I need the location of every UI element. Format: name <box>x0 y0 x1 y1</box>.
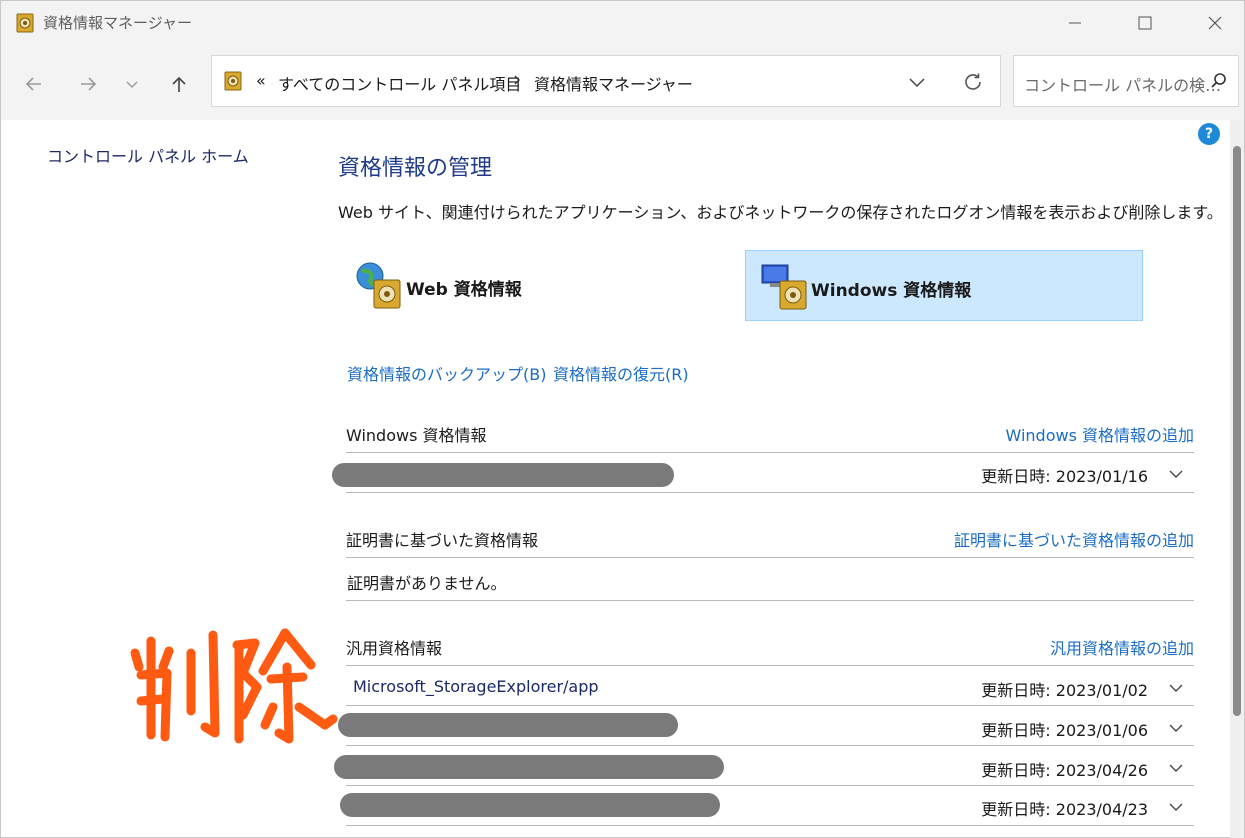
credential-manager-icon <box>16 13 34 33</box>
back-button[interactable] <box>19 69 49 99</box>
chevron-down-icon <box>126 81 138 88</box>
divider <box>346 557 1194 558</box>
arrow-up-icon <box>172 76 186 92</box>
restore-credentials-link[interactable]: 資格情報の復元(R) <box>553 361 689 385</box>
address-dropdown-icon[interactable] <box>908 74 926 90</box>
windows-credentials-icon <box>761 264 807 310</box>
address-bar[interactable]: « すべてのコントロール パネル項目 資格情報マネージャー <box>211 55 1001 107</box>
breadcrumb-separator-icon[interactable] <box>510 73 524 87</box>
chevron-down-icon[interactable] <box>1168 722 1184 734</box>
add-generic-credential-link[interactable]: 汎用資格情報の追加 <box>1050 635 1194 659</box>
maximize-button[interactable] <box>1122 1 1168 45</box>
generic-credential-row[interactable]: 更新日時: 2023/01/06 <box>338 706 1194 745</box>
row-date-label: 更新日時: <box>981 467 1051 486</box>
windows-credentials-tile[interactable]: Windows 資格情報 <box>745 250 1143 321</box>
maximize-icon <box>1138 16 1152 30</box>
page-description: Web サイト、関連付けられたアプリケーション、およびネットワークの保存されたロ… <box>338 203 1223 222</box>
close-icon <box>1208 16 1222 30</box>
scrollbar-thumb[interactable] <box>1233 146 1241 716</box>
row-date: 2023/01/06 <box>1055 721 1148 740</box>
recent-locations-button[interactable] <box>117 69 147 99</box>
handwritten-annotation <box>130 628 338 744</box>
generic-credential-row[interactable]: Microsoft_StorageExplorer/app 更新日時: 2023… <box>346 666 1194 705</box>
breadcrumb-current[interactable]: 資格情報マネージャー <box>534 71 693 95</box>
row-date: 2023/04/26 <box>1055 761 1148 780</box>
add-certificate-credential-link[interactable]: 証明書に基づいた資格情報の追加 <box>954 527 1194 551</box>
redaction-mark <box>340 793 720 817</box>
row-date-label: 更新日時: <box>981 800 1051 819</box>
breadcrumb-all-items[interactable]: すべてのコントロール パネル項目 <box>278 71 521 95</box>
row-modified: 更新日時: 2023/04/26 <box>981 757 1148 781</box>
redaction-mark <box>332 463 674 487</box>
row-date-label: 更新日時: <box>981 681 1051 700</box>
window-title: 資格情報マネージャー <box>43 14 192 32</box>
no-certificates-text: 証明書がありません。 <box>347 574 507 593</box>
row-modified: 更新日時: 2023/01/16 <box>981 463 1148 487</box>
help-icon[interactable]: ? <box>1198 123 1220 145</box>
search-input[interactable]: コントロール パネルの検… <box>1013 55 1239 107</box>
windows-credential-row[interactable]: 更新日時: 2023/01/16 <box>332 453 1194 492</box>
row-date-label: 更新日時: <box>981 721 1051 740</box>
generic-section-title: 汎用資格情報 <box>346 639 443 658</box>
row-date: 2023/01/02 <box>1055 681 1148 700</box>
web-credentials-icon <box>356 262 401 309</box>
row-date-label: 更新日時: <box>981 761 1051 780</box>
generic-credential-row[interactable]: 更新日時: 2023/04/26 <box>334 746 1194 785</box>
chevron-down-icon[interactable] <box>1168 762 1184 774</box>
web-credentials-tile[interactable]: Web 資格情報 <box>350 250 748 321</box>
arrow-right-icon <box>81 77 97 91</box>
chevron-down-icon[interactable] <box>1168 801 1184 813</box>
breadcrumb-overflow[interactable]: « <box>256 71 266 90</box>
redaction-mark <box>334 755 724 779</box>
arrow-left-icon <box>25 77 41 91</box>
certificate-section-title: 証明書に基づいた資格情報 <box>346 531 539 550</box>
backup-credentials-link[interactable]: 資格情報のバックアップ(B) <box>347 361 546 385</box>
windows-credentials-label: Windows 資格情報 <box>811 281 972 301</box>
divider <box>346 825 1194 826</box>
chevron-down-icon[interactable] <box>1168 682 1184 694</box>
forward-button[interactable] <box>73 69 103 99</box>
divider <box>346 600 1194 601</box>
refresh-icon[interactable] <box>962 71 984 93</box>
minimize-icon <box>1069 22 1081 24</box>
up-button[interactable] <box>164 69 194 99</box>
minimize-button[interactable] <box>1052 1 1098 45</box>
control-panel-home-link[interactable]: コントロール パネル ホーム <box>47 143 249 167</box>
chevron-down-icon[interactable] <box>1168 468 1184 480</box>
row-modified: 更新日時: 2023/01/06 <box>981 717 1148 741</box>
row-date: 2023/04/23 <box>1055 800 1148 819</box>
credential-name: Microsoft_StorageExplorer/app <box>353 677 599 696</box>
add-windows-credential-link[interactable]: Windows 資格情報の追加 <box>1005 422 1194 446</box>
page-title: 資格情報の管理 <box>338 156 493 181</box>
title-bar: 資格情報マネージャー <box>1 1 1244 45</box>
vertical-scrollbar[interactable] <box>1230 120 1244 838</box>
search-placeholder: コントロール パネルの検… <box>1024 76 1222 95</box>
row-modified: 更新日時: 2023/01/02 <box>981 677 1148 701</box>
credential-manager-icon <box>224 71 242 91</box>
navigation-bar: « すべてのコントロール パネル項目 資格情報マネージャー コントロール パネル… <box>1 45 1244 120</box>
search-icon[interactable] <box>1210 72 1228 90</box>
generic-credential-row[interactable]: 更新日時: 2023/04/23 <box>340 786 1194 825</box>
windows-section-title: Windows 資格情報 <box>346 426 487 445</box>
close-button[interactable] <box>1192 1 1238 45</box>
divider <box>346 492 1194 493</box>
web-credentials-label: Web 資格情報 <box>406 280 522 300</box>
row-date: 2023/01/16 <box>1055 467 1148 486</box>
row-modified: 更新日時: 2023/04/23 <box>981 796 1148 820</box>
redaction-mark <box>338 713 678 737</box>
